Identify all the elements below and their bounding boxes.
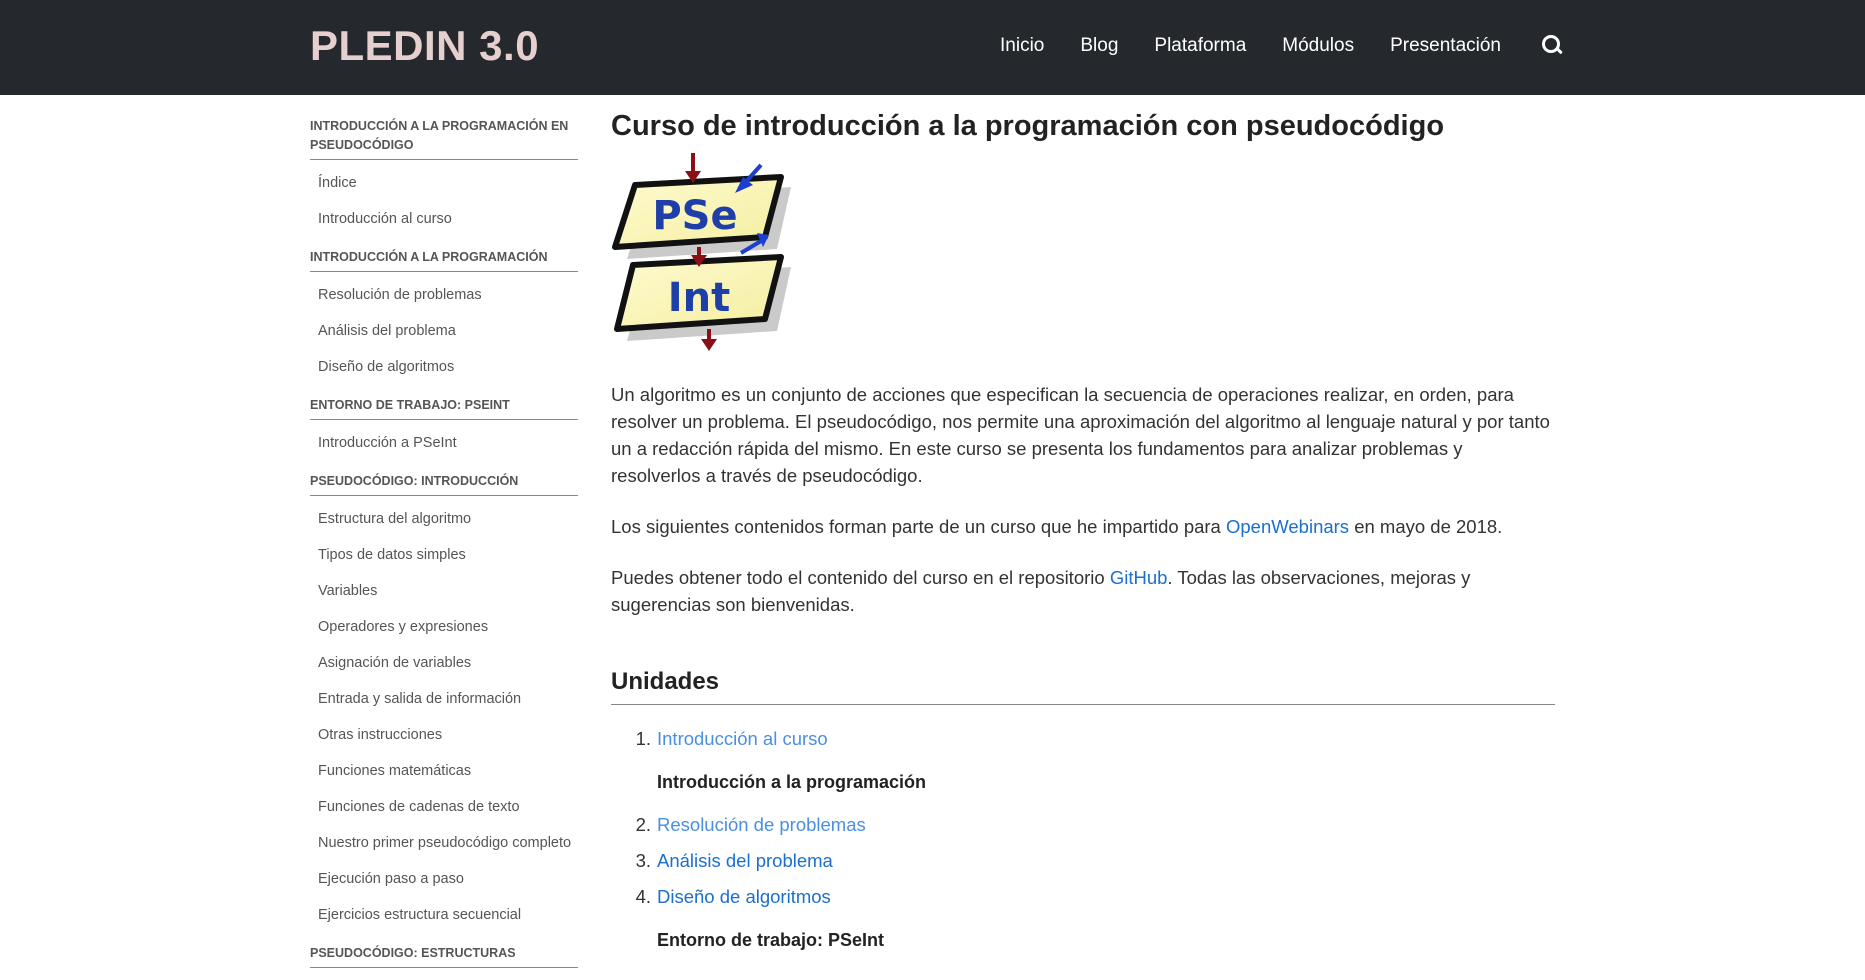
sidebar-section-title: ENTORNO DE TRABAJO: PSEINT bbox=[310, 396, 578, 420]
course-text-before: Los siguientes contenidos forman parte d… bbox=[611, 516, 1226, 537]
course-paragraph: Los siguientes contenidos forman parte d… bbox=[611, 513, 1555, 540]
sidebar-item[interactable]: Funciones de cadenas de texto bbox=[310, 796, 578, 832]
sidebar-item[interactable]: Ejecución paso a paso bbox=[310, 868, 578, 904]
sidebar-section: PSEUDOCÓDIGO: ESTRUCTURAS bbox=[310, 944, 578, 968]
sidebar: INTRODUCCIÓN A LA PROGRAMACIÓN EN PSEUDO… bbox=[310, 117, 578, 980]
sidebar-item[interactable]: Tipos de datos simples bbox=[310, 544, 578, 580]
search-icon[interactable] bbox=[1541, 34, 1565, 58]
unit-link-diseno-algoritmos[interactable]: Diseño de algoritmos bbox=[657, 886, 831, 907]
unit-number: 1. bbox=[635, 728, 651, 749]
unit-number: 2. bbox=[635, 814, 651, 835]
nav-presentacion[interactable]: Presentación bbox=[1390, 35, 1501, 57]
sidebar-item[interactable]: Operadores y expresiones bbox=[310, 616, 578, 652]
repo-paragraph: Puedes obtener todo el contenido del cur… bbox=[611, 564, 1555, 618]
openwebinars-link[interactable]: OpenWebinars bbox=[1226, 516, 1349, 537]
sidebar-section-title: PSEUDOCÓDIGO: ESTRUCTURAS bbox=[310, 944, 578, 968]
main-content: Curso de introducción a la programación … bbox=[611, 110, 1555, 965]
nav-modulos[interactable]: Módulos bbox=[1282, 35, 1354, 57]
nav-plataforma[interactable]: Plataforma bbox=[1154, 35, 1246, 57]
list-item: 4. Diseño de algoritmos bbox=[611, 879, 1555, 915]
sidebar-section: ENTORNO DE TRABAJO: PSEINT Introducción … bbox=[310, 396, 578, 468]
sidebar-section: INTRODUCCIÓN A LA PROGRAMACIÓN Resolució… bbox=[310, 248, 578, 392]
pseint-logo: PSe Int bbox=[611, 153, 811, 353]
github-link[interactable]: GitHub bbox=[1110, 567, 1168, 588]
unit-group-heading: Introducción a la programación bbox=[657, 772, 927, 792]
sidebar-section-title: INTRODUCCIÓN A LA PROGRAMACIÓN bbox=[310, 248, 578, 272]
nav-inicio[interactable]: Inicio bbox=[1000, 35, 1044, 57]
list-item: 3. Análisis del problema bbox=[611, 843, 1555, 879]
sidebar-item[interactable]: Funciones matemáticas bbox=[310, 760, 578, 796]
units-heading: Unidades bbox=[611, 668, 1555, 705]
logo-text-bottom: Int bbox=[668, 275, 730, 321]
units-list: 1. Introducción al curso Introducción a l… bbox=[611, 721, 1555, 965]
nav-blog[interactable]: Blog bbox=[1080, 35, 1118, 57]
sidebar-item-resolucion-problemas[interactable]: Resolución de problemas bbox=[310, 284, 578, 320]
sidebar-item-introduccion-curso[interactable]: Introducción al curso bbox=[310, 208, 578, 244]
sidebar-item[interactable]: Estructura del algoritmo bbox=[310, 508, 578, 544]
sidebar-item[interactable]: Otras instrucciones bbox=[310, 724, 578, 760]
sidebar-item[interactable]: Ejercicios estructura secuencial bbox=[310, 904, 578, 940]
sidebar-item[interactable]: Asignación de variables bbox=[310, 652, 578, 688]
sidebar-section: PSEUDOCÓDIGO: INTRODUCCIÓN Estructura de… bbox=[310, 472, 578, 940]
unit-link-resolucion-problemas[interactable]: Resolución de problemas bbox=[657, 814, 866, 835]
page-title: Curso de introducción a la programación … bbox=[611, 110, 1445, 142]
pseint-logo-graphic: PSe Int bbox=[612, 153, 791, 351]
sidebar-section-title: INTRODUCCIÓN A LA PROGRAMACIÓN EN PSEUDO… bbox=[310, 117, 578, 160]
sidebar-item-introduccion-pseint[interactable]: Introducción a PSeInt bbox=[310, 432, 578, 468]
unit-number: 3. bbox=[635, 850, 651, 871]
sidebar-item[interactable]: Entrada y salida de información bbox=[310, 688, 578, 724]
main-nav: Inicio Blog Plataforma Módulos Presentac… bbox=[964, 34, 1565, 58]
list-item: 1. Introducción al curso bbox=[611, 721, 1555, 757]
sidebar-section-title: PSEUDOCÓDIGO: INTRODUCCIÓN bbox=[310, 472, 578, 496]
intro-paragraph: Un algoritmo es un conjunto de acciones … bbox=[611, 384, 1550, 486]
course-text-after: en mayo de 2018. bbox=[1349, 516, 1503, 537]
top-navbar: PLEDIN 3.0 Inicio Blog Plataforma Módulo… bbox=[0, 0, 1865, 95]
sidebar-item-analisis-problema[interactable]: Análisis del problema bbox=[310, 320, 578, 356]
sidebar-item-indice[interactable]: Índice bbox=[310, 172, 578, 208]
sidebar-item[interactable]: Variables bbox=[310, 580, 578, 616]
unit-link-analisis-problema[interactable]: Análisis del problema bbox=[657, 850, 833, 871]
logo-text-top: PSe bbox=[652, 193, 737, 239]
site-brand[interactable]: PLEDIN 3.0 bbox=[310, 22, 539, 70]
sidebar-item[interactable]: Nuestro primer pseudocódigo completo bbox=[310, 832, 578, 868]
unit-link-introduccion-curso[interactable]: Introducción al curso bbox=[657, 728, 828, 749]
list-item: 2. Resolución de problemas bbox=[611, 807, 1555, 843]
sidebar-item-diseno-algoritmos[interactable]: Diseño de algoritmos bbox=[310, 356, 578, 392]
repo-text-before: Puedes obtener todo el contenido del cur… bbox=[611, 567, 1110, 588]
unit-number: 4. bbox=[635, 886, 651, 907]
unit-group-heading: Entorno de trabajo: PSeInt bbox=[657, 930, 885, 950]
sidebar-section: INTRODUCCIÓN A LA PROGRAMACIÓN EN PSEUDO… bbox=[310, 117, 578, 244]
